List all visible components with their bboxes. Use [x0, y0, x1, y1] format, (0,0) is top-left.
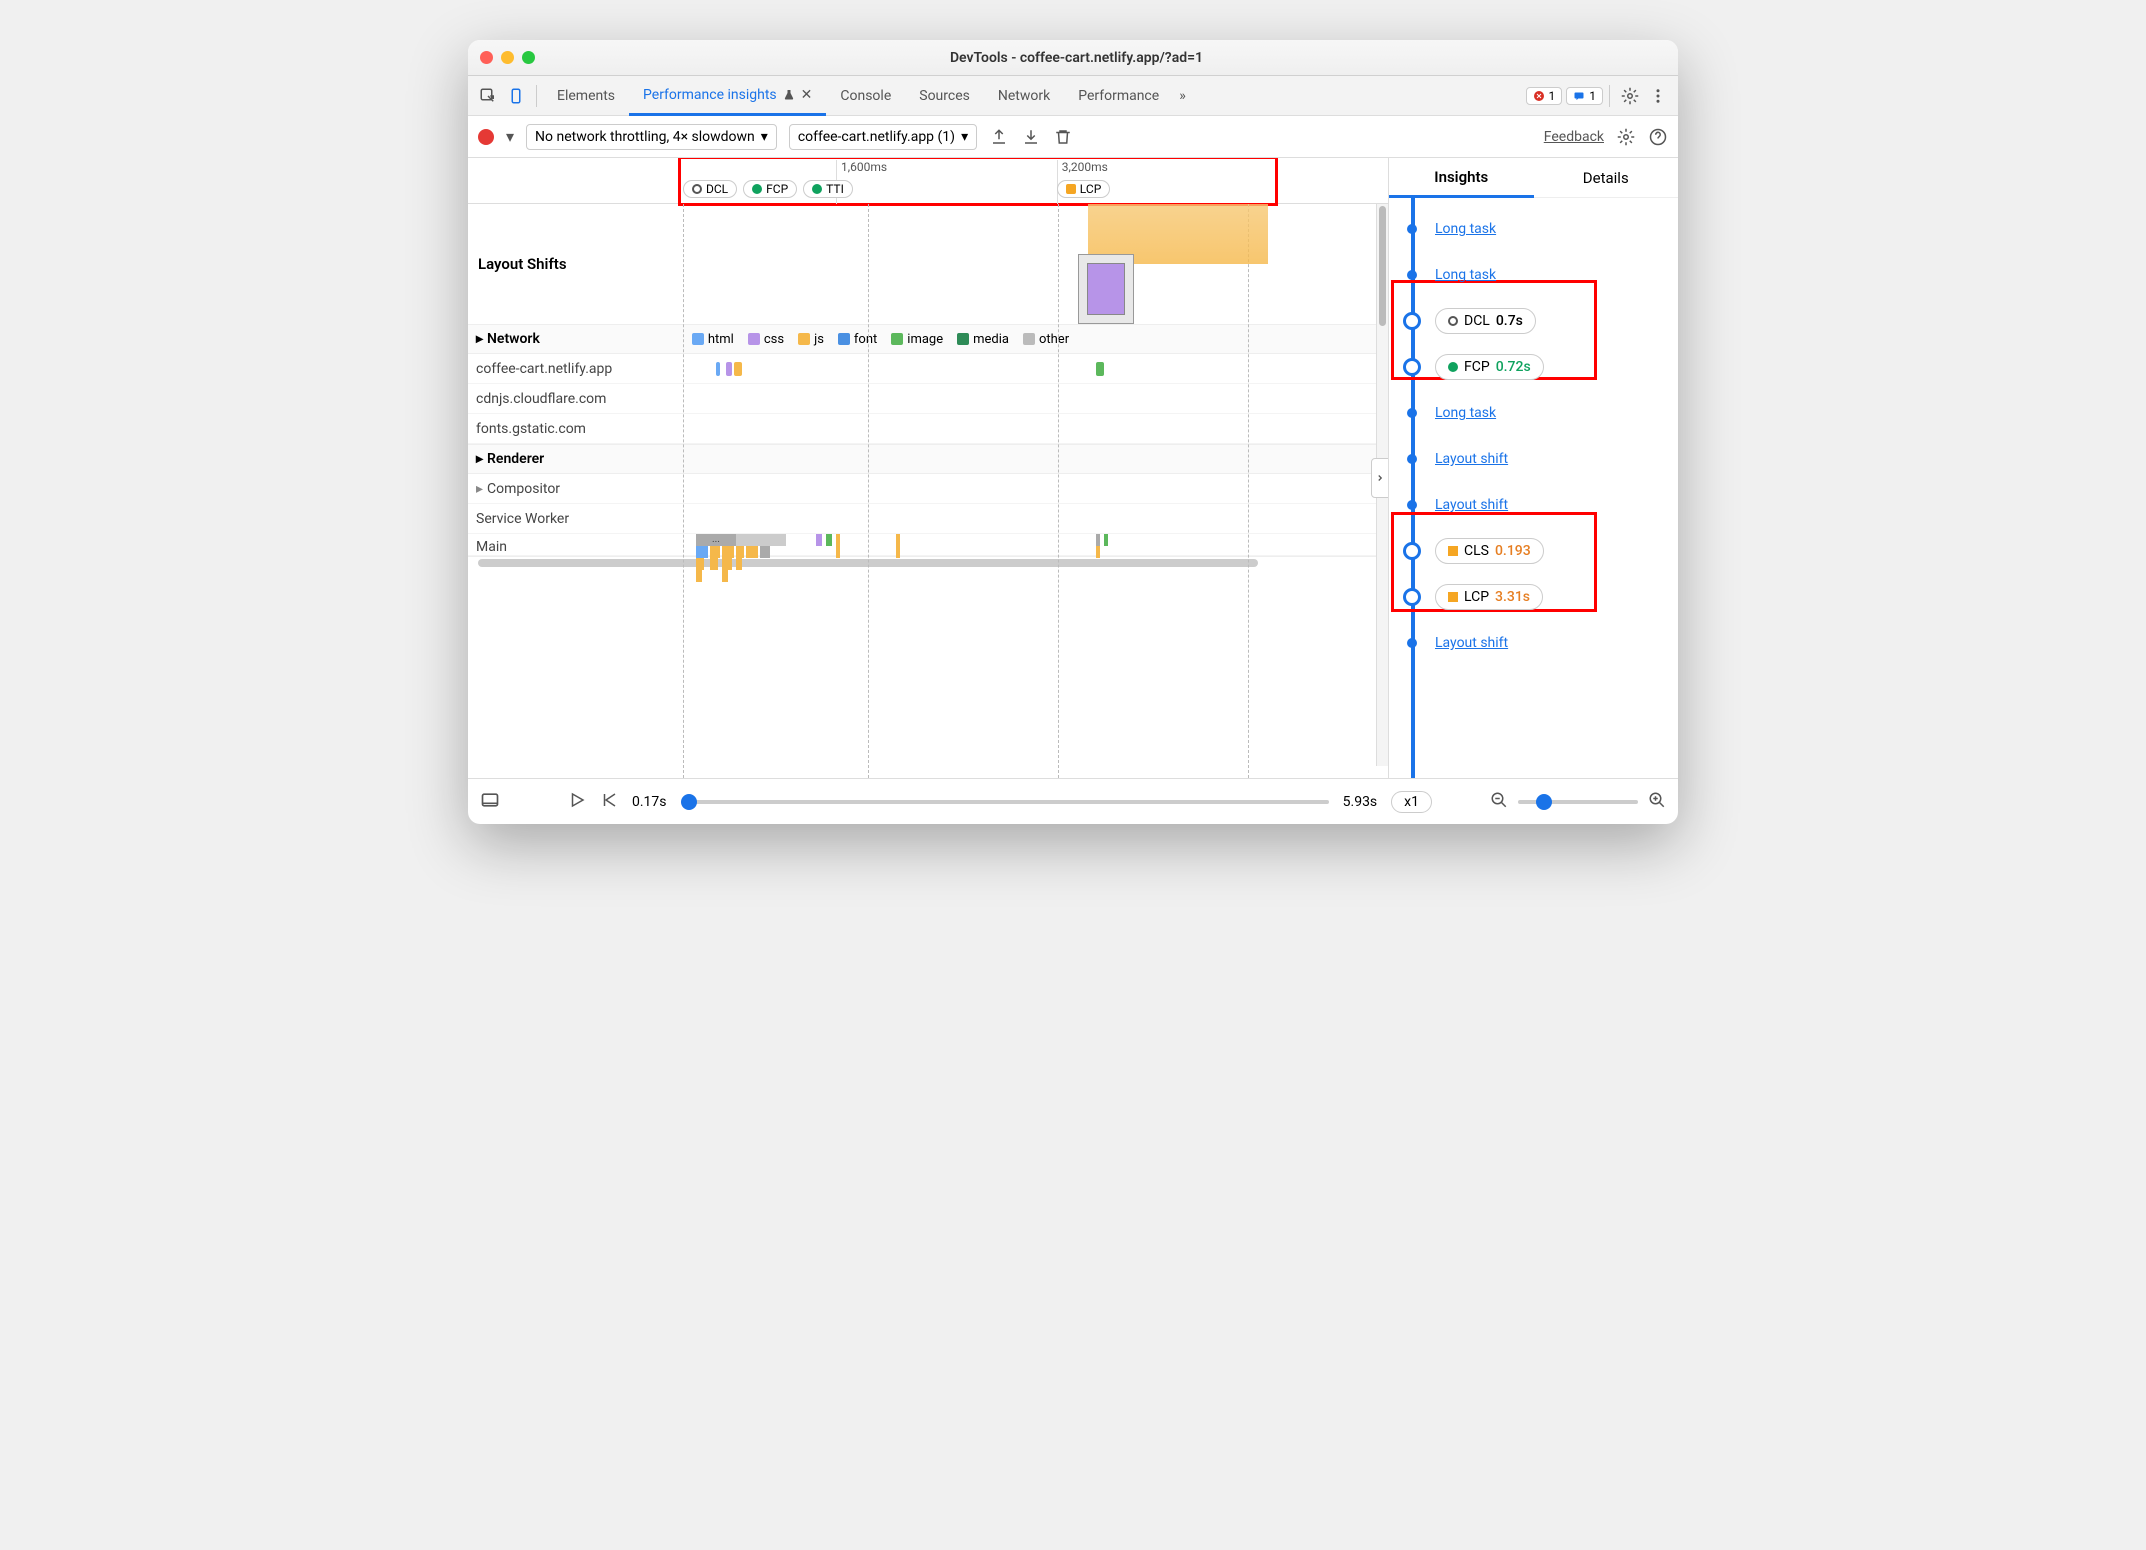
network-row[interactable]: coffee-cart.netlify.app	[468, 354, 1388, 384]
pill-dcl[interactable]: DCL	[683, 180, 737, 198]
insight-event[interactable]: Layout shift	[1401, 620, 1678, 666]
layout-shift-thumbnail[interactable]	[1078, 254, 1134, 324]
zoom-slider[interactable]	[1518, 800, 1638, 804]
insights-pane: Insights Details Long task Long task DCL…	[1388, 158, 1678, 778]
track-area[interactable]: Layout Shifts ▸Network html css js font …	[468, 204, 1388, 778]
layout-shifts-track[interactable]: Layout Shifts	[468, 204, 1388, 324]
insight-metric-fcp[interactable]: FCP0.72s	[1401, 344, 1678, 390]
insight-event[interactable]: Long task	[1401, 390, 1678, 436]
tick-label: 3,200ms	[1062, 160, 1108, 174]
inspect-icon[interactable]	[474, 82, 502, 110]
device-icon[interactable]	[502, 82, 530, 110]
insight-metric-lcp[interactable]: LCP3.31s	[1401, 574, 1678, 620]
insights-list[interactable]: Long task Long task DCL0.7s FCP0.72s Lon…	[1389, 198, 1678, 778]
toolbar: ▾ No network throttling, 4× slowdown▾ co…	[468, 116, 1678, 158]
pill-lcp[interactable]: LCP	[1057, 180, 1110, 198]
renderer-row[interactable]: Service Worker	[468, 504, 1388, 534]
feedback-link[interactable]: Feedback	[1544, 129, 1604, 145]
tab-sources[interactable]: Sources	[905, 76, 984, 116]
tabbar: Elements Performance insights ✕ Console …	[468, 76, 1678, 116]
upload-icon[interactable]	[989, 127, 1009, 147]
minimize-icon[interactable]	[501, 51, 514, 64]
download-icon[interactable]	[1021, 127, 1041, 147]
renderer-row[interactable]: ▸Compositor	[468, 474, 1388, 504]
insights-tabs: Insights Details	[1389, 158, 1678, 198]
traffic-lights	[480, 51, 535, 64]
record-dropdown[interactable]: ▾	[506, 127, 514, 146]
main-area: 1,600ms 3,200ms DCL FCP TTI LCP Layout S…	[468, 158, 1678, 778]
tab-more[interactable]: »	[1173, 76, 1192, 116]
tab-network[interactable]: Network	[984, 76, 1064, 116]
maximize-icon[interactable]	[522, 51, 535, 64]
delete-icon[interactable]	[1053, 127, 1073, 147]
panel-icon[interactable]	[480, 790, 500, 814]
tab-console[interactable]: Console	[826, 76, 905, 116]
tick-label: 1,600ms	[841, 160, 887, 174]
timeline-end: 5.93s	[1343, 794, 1378, 810]
devtools-window: DevTools - coffee-cart.netlify.app/?ad=1…	[468, 40, 1678, 824]
insight-event[interactable]: Long task	[1401, 206, 1678, 252]
insight-metric-dcl[interactable]: DCL0.7s	[1401, 298, 1678, 344]
tab-insights[interactable]: Insights	[1389, 158, 1534, 198]
renderer-row[interactable]: Main ...	[468, 534, 1388, 556]
profile-dropdown[interactable]: coffee-cart.netlify.app (1)▾	[789, 124, 977, 150]
zoom-in-icon[interactable]	[1648, 791, 1666, 813]
errors-badge[interactable]: 1	[1526, 87, 1563, 105]
network-section[interactable]: ▸Network html css js font image media ot…	[468, 324, 1388, 354]
tab-elements[interactable]: Elements	[543, 76, 629, 116]
flask-icon	[783, 89, 795, 101]
insight-metric-cls[interactable]: CLS0.193	[1401, 528, 1678, 574]
expand-pane-icon[interactable]	[1371, 458, 1388, 498]
layout-shifts-label: Layout Shifts	[478, 255, 567, 273]
messages-badge[interactable]: 1	[1566, 87, 1603, 105]
throttling-dropdown[interactable]: No network throttling, 4× slowdown▾	[526, 124, 777, 150]
tab-performance-insights[interactable]: Performance insights ✕	[629, 76, 826, 116]
pill-tti[interactable]: TTI	[803, 180, 853, 198]
renderer-section[interactable]: ▸Renderer	[468, 444, 1388, 474]
timeline-slider[interactable]	[681, 786, 1329, 818]
play-icon[interactable]	[568, 791, 586, 813]
h-scrollbar[interactable]	[468, 556, 1388, 568]
tab-details[interactable]: Details	[1534, 158, 1679, 197]
insight-event[interactable]: Layout shift	[1401, 436, 1678, 482]
speed-pill[interactable]: x1	[1391, 791, 1432, 813]
record-button[interactable]	[478, 129, 494, 145]
close-tab-icon[interactable]: ✕	[801, 87, 813, 103]
insight-event[interactable]: Layout shift	[1401, 482, 1678, 528]
window-title: DevTools - coffee-cart.netlify.app/?ad=1	[535, 50, 1618, 66]
insight-event[interactable]: Long task	[1401, 252, 1678, 298]
timeline-pane: 1,600ms 3,200ms DCL FCP TTI LCP Layout S…	[468, 158, 1388, 778]
skip-back-icon[interactable]	[600, 791, 618, 813]
timeline-start: 0.17s	[632, 794, 667, 810]
more-menu-icon[interactable]	[1644, 82, 1672, 110]
footer: 0.17s 5.93s x1	[468, 778, 1678, 824]
network-row[interactable]: cdnjs.cloudflare.com	[468, 384, 1388, 414]
settings-icon[interactable]	[1616, 82, 1644, 110]
pill-fcp[interactable]: FCP	[743, 180, 797, 198]
panel-settings-icon[interactable]	[1616, 127, 1636, 147]
help-icon[interactable]	[1648, 127, 1668, 147]
close-icon[interactable]	[480, 51, 493, 64]
ruler[interactable]: 1,600ms 3,200ms DCL FCP TTI LCP	[468, 158, 1388, 204]
zoom-out-icon[interactable]	[1490, 791, 1508, 813]
network-legend: html css js font image media other	[680, 326, 1081, 353]
network-row[interactable]: fonts.gstatic.com	[468, 414, 1388, 444]
titlebar: DevTools - coffee-cart.netlify.app/?ad=1	[468, 40, 1678, 76]
tab-performance[interactable]: Performance	[1064, 76, 1173, 116]
